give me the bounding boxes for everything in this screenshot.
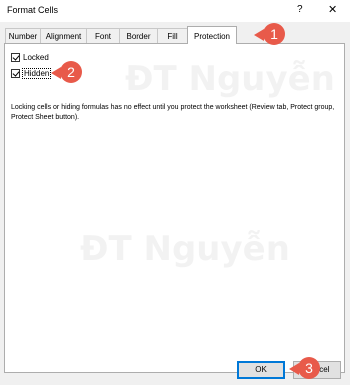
hidden-label: Hidden <box>21 68 52 79</box>
locked-checkbox[interactable] <box>11 53 20 62</box>
protection-note: Locking cells or hiding formulas has no … <box>11 104 335 121</box>
tab-alignment[interactable]: Alignment <box>40 28 87 44</box>
title-bar: Format Cells ? ✕ <box>0 0 350 22</box>
tab-number[interactable]: Number <box>5 28 41 44</box>
watermark-middle: ĐT Nguyễn <box>80 229 290 269</box>
callout-2-badge: 2 <box>60 61 82 83</box>
callout-3-badge: 3 <box>298 357 320 379</box>
window-title: Format Cells <box>7 5 59 15</box>
hidden-checkbox[interactable] <box>11 69 20 78</box>
tab-border[interactable]: Border <box>119 28 158 44</box>
ok-button[interactable]: OK <box>237 361 285 379</box>
watermark-top: ĐT Nguyễn <box>125 59 335 99</box>
help-button[interactable]: ? <box>297 4 303 15</box>
tab-protection[interactable]: Protection <box>187 26 237 44</box>
hidden-option[interactable]: Hidden <box>11 68 52 79</box>
locked-option[interactable]: Locked <box>11 53 49 62</box>
locked-label: Locked <box>23 53 49 62</box>
protection-panel: Locked Hidden Locking cells or hiding fo… <box>4 43 345 373</box>
tab-fill[interactable]: Fill <box>157 28 188 44</box>
callout-1-badge: 1 <box>263 23 285 45</box>
close-button[interactable]: ✕ <box>328 3 337 16</box>
tab-strip: Number Alignment Font Border Fill Protec… <box>5 26 237 44</box>
tab-font[interactable]: Font <box>86 28 120 44</box>
